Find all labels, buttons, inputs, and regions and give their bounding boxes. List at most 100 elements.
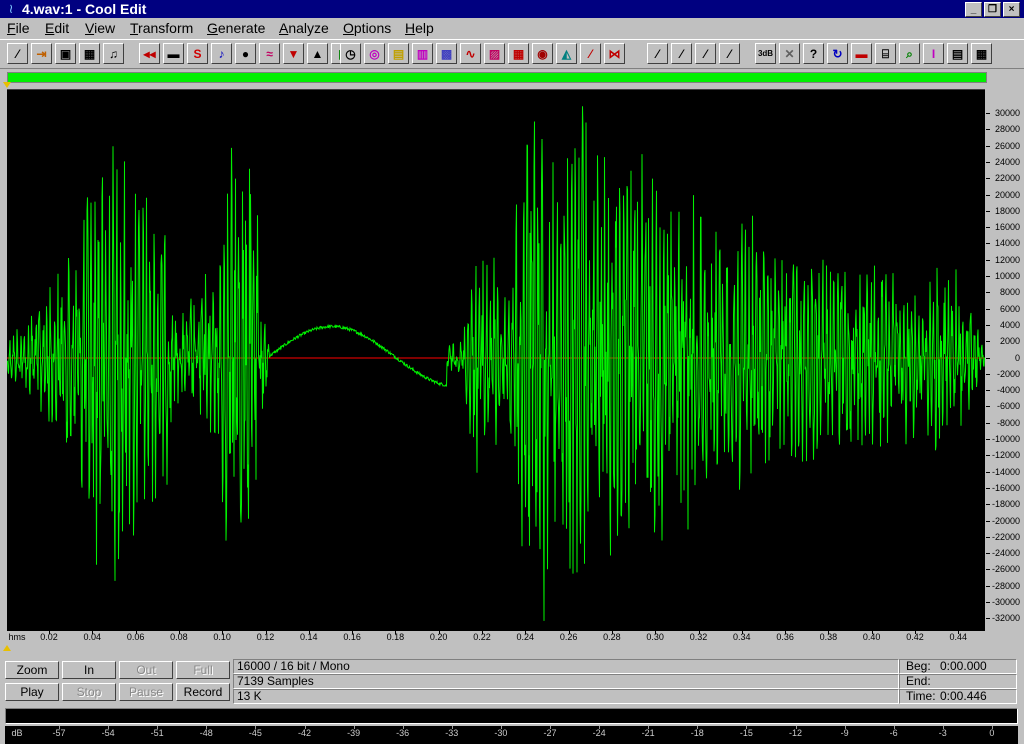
y-tick-label: -14000	[991, 466, 1020, 477]
meter-a-button[interactable]: ⁄	[647, 43, 668, 64]
total-time-row: Time: 0:00.446	[899, 689, 1017, 704]
save-as-button[interactable]: ▦	[79, 43, 100, 64]
wave-button[interactable]: ∿	[460, 43, 481, 64]
zoom-button[interactable]: ⌕	[899, 43, 920, 64]
pause-button[interactable]: Pause	[119, 683, 173, 701]
zoom-full-button[interactable]: Full	[176, 661, 230, 679]
dolphin-button[interactable]: ◭	[556, 43, 577, 64]
time-axis: hms 0.02 0.04 0.06 0.08 0.10 0.12 0.14 0.16 0.18…	[7, 631, 985, 645]
open-button[interactable]: ⇥	[31, 43, 52, 64]
y-tick	[986, 585, 990, 587]
y-tick-label: -22000	[991, 531, 1020, 542]
noise-icon: ≈	[266, 46, 273, 61]
db-unit-label: dB	[11, 728, 23, 738]
x-tick-label: 0.12	[256, 632, 275, 642]
stop-button[interactable]: Stop	[62, 683, 116, 701]
y-tick-label: -20000	[991, 515, 1020, 526]
radiate-button[interactable]: ◎	[364, 43, 385, 64]
menu-view[interactable]: View	[85, 19, 115, 37]
cut-icon: ▬	[167, 46, 180, 61]
spectrum-button[interactable]: ▥	[412, 43, 433, 64]
menu-options[interactable]: Options	[343, 19, 391, 37]
settings-button[interactable]: ▦	[971, 43, 992, 64]
y-tick	[986, 210, 990, 212]
new-button[interactable]: ⁄	[7, 43, 28, 64]
save-button[interactable]: ▣	[55, 43, 76, 64]
close-button[interactable]: ×	[1003, 2, 1020, 17]
rewind-button[interactable]: ◂◂	[139, 43, 160, 64]
y-tick	[986, 520, 990, 522]
headphones-icon: ♫	[109, 46, 118, 61]
start-marker-bottom[interactable]	[3, 645, 11, 651]
zoom-out-button[interactable]: Out	[119, 661, 173, 679]
radiate-icon: ◎	[369, 46, 380, 61]
record-dot-button[interactable]: ●	[235, 43, 256, 64]
menu-edit[interactable]: Edit	[45, 19, 69, 37]
menu-help[interactable]: Help	[405, 19, 434, 37]
record-button[interactable]: Record	[176, 683, 230, 701]
db-tick-label: -18	[690, 728, 704, 738]
cursor-button[interactable]: I	[923, 43, 944, 64]
meter-c-button[interactable]: ⁄	[695, 43, 716, 64]
cut-button[interactable]: ▬	[163, 43, 184, 64]
help-button[interactable]: ?	[803, 43, 824, 64]
note-button[interactable]: ♪	[211, 43, 232, 64]
time-value: 0:00.446	[940, 689, 987, 703]
transport-controls: Zoom In Out Full Play Stop Pause Record	[5, 661, 231, 703]
zoom-in-button[interactable]: In	[62, 661, 116, 679]
meter-b-icon: ⁄	[680, 46, 683, 61]
noise-button[interactable]: ≈	[259, 43, 280, 64]
headphones-button[interactable]: ♫	[103, 43, 124, 64]
menu-generate[interactable]: Generate	[207, 19, 265, 37]
y-tick	[986, 227, 990, 229]
restore-button[interactable]: ❐	[984, 2, 1001, 17]
amplify-button[interactable]: ▲	[307, 43, 328, 64]
menu-analyze[interactable]: Analyze	[279, 19, 329, 37]
sweep-button[interactable]: ▨	[484, 43, 505, 64]
clock-button[interactable]: ◷	[340, 43, 361, 64]
reverse-button[interactable]: ⋈	[604, 43, 625, 64]
echo-button[interactable]: ▼	[283, 43, 304, 64]
stop-button[interactable]: ◉	[532, 43, 553, 64]
meter-d-button[interactable]: ⁄	[719, 43, 740, 64]
clipboard-button[interactable]: ▤	[947, 43, 968, 64]
wrench-button[interactable]: ✕	[779, 43, 800, 64]
x-tick-label: 0.06	[126, 632, 145, 642]
help-icon: ?	[809, 46, 818, 61]
db-icon: 3dB	[757, 48, 774, 58]
y-tick	[986, 259, 990, 261]
menu-transform[interactable]: Transform	[130, 19, 193, 37]
meter-b-button[interactable]: ⁄	[671, 43, 692, 64]
x-tick-label: 0.08	[170, 632, 188, 642]
grid-button[interactable]: ▦	[508, 43, 529, 64]
flanger-button[interactable]: ▩	[436, 43, 457, 64]
bend-button[interactable]: ⁄	[580, 43, 601, 64]
db-tick-label: -3	[938, 728, 947, 738]
y-tick	[986, 602, 990, 603]
y-tick-label: 4000	[999, 319, 1020, 330]
cue-icon: ⌸	[881, 46, 890, 61]
filter-button[interactable]: ▤	[388, 43, 409, 64]
x-tick-label: 0.16	[343, 632, 361, 642]
x-tick-label: 0.30	[646, 632, 664, 642]
db-tick-label: 0	[989, 728, 995, 738]
meter-d-icon: ⁄	[728, 46, 731, 61]
menu-file[interactable]: File	[7, 19, 30, 37]
align-button[interactable]: ▬	[851, 43, 872, 64]
start-marker-top[interactable]	[3, 82, 11, 88]
settings-icon: ▦	[975, 46, 988, 61]
loop-button[interactable]: ↻	[827, 43, 848, 64]
y-tick	[986, 471, 990, 473]
y-tick-label: -8000	[996, 417, 1020, 428]
db-tick-label: -45	[248, 728, 262, 738]
x-tick-label: 0.22	[473, 632, 491, 642]
waveform-display[interactable]	[7, 89, 985, 632]
convert-button[interactable]: S	[187, 43, 208, 64]
play-button[interactable]: Play	[5, 683, 59, 701]
zoom-button[interactable]: Zoom	[5, 661, 59, 679]
cue-button[interactable]: ⌸	[875, 43, 896, 64]
x-tick-label: 0.32	[689, 632, 708, 642]
open-icon: ⇥	[36, 46, 47, 61]
db-button[interactable]: 3dB	[755, 43, 776, 64]
minimize-button[interactable]: _	[965, 2, 982, 17]
